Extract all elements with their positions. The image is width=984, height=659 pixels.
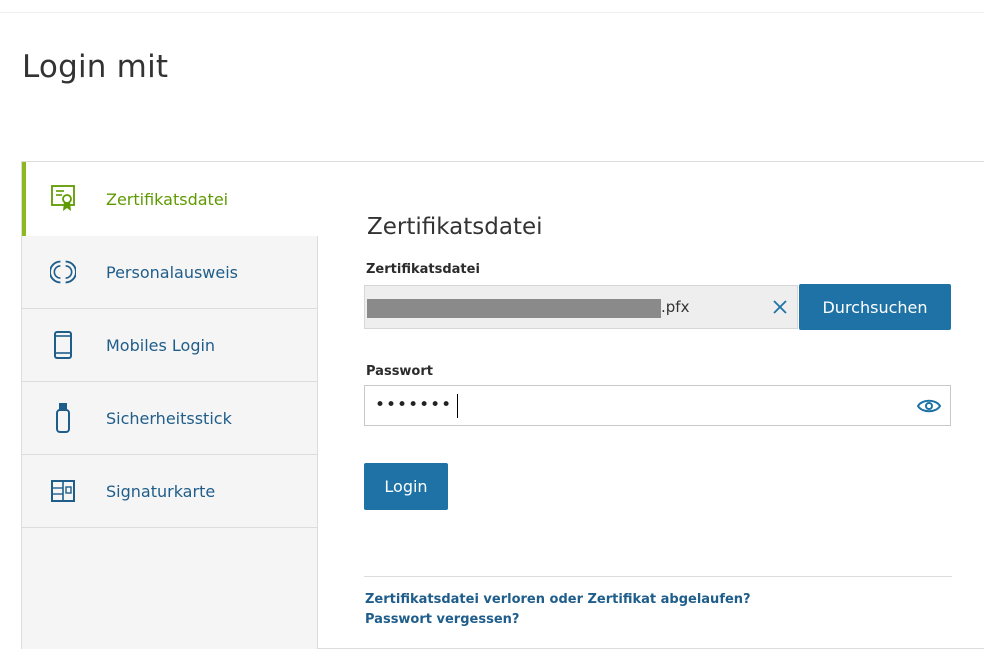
file-extension: .pfx bbox=[661, 298, 690, 316]
smartphone-icon bbox=[50, 330, 76, 360]
usb-stick-icon bbox=[50, 403, 76, 433]
id-card-nfc-icon bbox=[50, 257, 76, 287]
sidebar-item-label: Mobiles Login bbox=[106, 335, 216, 355]
sidebar-item-zertifikatsdatei[interactable]: Zertifikatsdatei bbox=[22, 162, 319, 236]
lost-certificate-link[interactable]: Zertifikatsdatei verloren oder Zertifika… bbox=[365, 592, 751, 607]
toggle-password-visibility-button[interactable] bbox=[916, 394, 942, 418]
clear-file-button[interactable] bbox=[769, 296, 791, 318]
form-title: Zertifikatsdatei bbox=[367, 214, 543, 240]
sidebar-item-label: Zertifikatsdatei bbox=[106, 189, 229, 209]
sidebar-item-sicherheitsstick[interactable]: Sicherheitsstick bbox=[22, 382, 318, 455]
password-field-label: Passwort bbox=[366, 364, 433, 379]
certificate-file-field[interactable]: .pfx bbox=[364, 285, 798, 329]
password-input[interactable]: ••••••• bbox=[364, 385, 951, 426]
login-method-sidebar: Zertifikatsdatei Personalausweis Mobiles… bbox=[22, 162, 319, 649]
certificate-icon bbox=[50, 184, 76, 214]
password-mask: ••••••• bbox=[375, 395, 453, 415]
sidebar-item-label: Signaturkarte bbox=[106, 481, 216, 501]
login-button[interactable]: Login bbox=[364, 463, 448, 510]
sidebar-item-label: Sicherheitsstick bbox=[106, 408, 232, 428]
divider bbox=[364, 576, 952, 577]
header-strip bbox=[0, 0, 984, 13]
eye-icon bbox=[917, 399, 941, 413]
forgot-password-link[interactable]: Passwort vergessen? bbox=[365, 612, 519, 627]
browse-button[interactable]: Durchsuchen bbox=[799, 284, 951, 330]
redacted-filename bbox=[367, 299, 661, 318]
sidebar-item-signaturkarte[interactable]: Signaturkarte bbox=[22, 455, 318, 528]
close-icon bbox=[773, 300, 787, 314]
sidebar-item-mobiles-login[interactable]: Mobiles Login bbox=[22, 309, 318, 382]
text-caret bbox=[457, 394, 458, 418]
sidebar-item-personalausweis[interactable]: Personalausweis bbox=[22, 236, 318, 309]
file-field-label: Zertifikatsdatei bbox=[366, 262, 480, 277]
page-title: Login mit bbox=[22, 49, 169, 85]
sidebar-item-label: Personalausweis bbox=[106, 262, 239, 282]
login-panel: Zertifikatsdatei Personalausweis Mobiles… bbox=[21, 161, 984, 649]
signature-card-icon bbox=[50, 476, 76, 506]
